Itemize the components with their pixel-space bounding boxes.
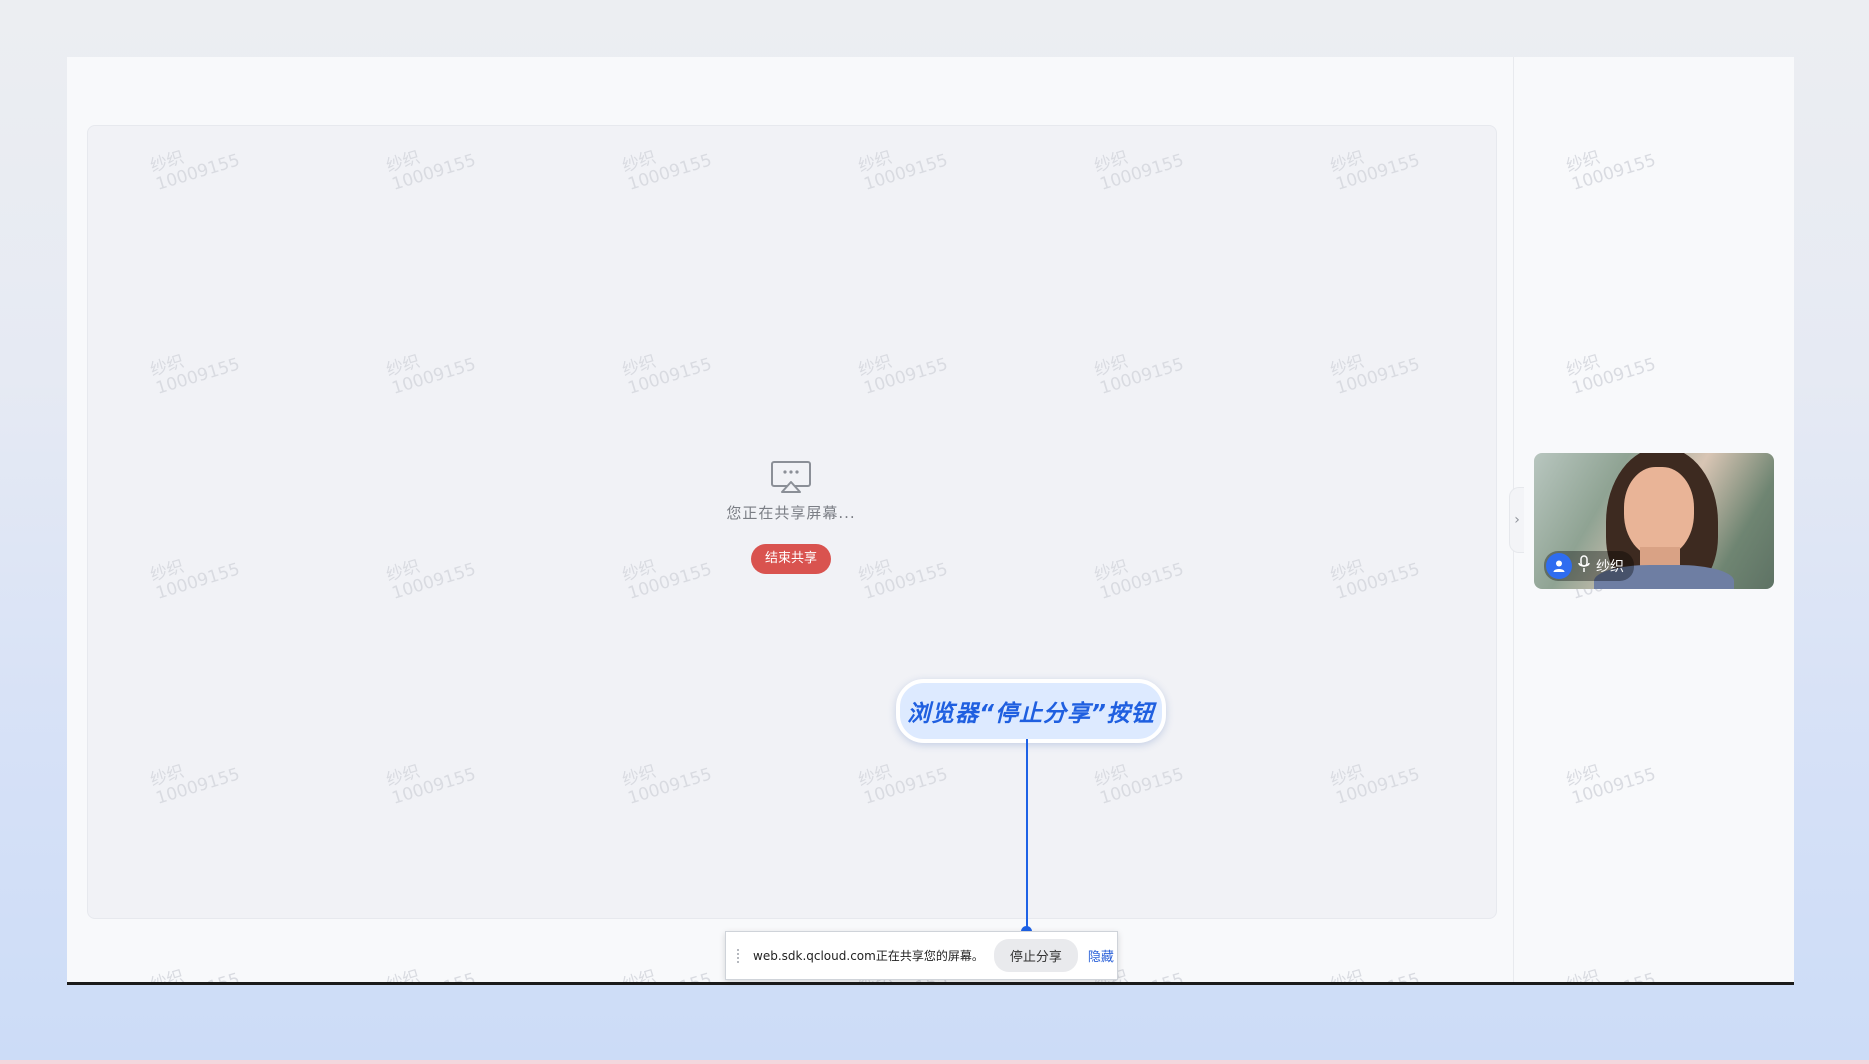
- grip-icon[interactable]: [737, 948, 745, 963]
- browser-share-bar: web.sdk.qcloud.com正在共享您的屏幕。 停止分享 隐藏: [725, 931, 1118, 980]
- watermark-text: 纱织10009155: [148, 952, 242, 984]
- browser-share-message: web.sdk.qcloud.com正在共享您的屏幕。: [753, 949, 984, 963]
- hide-link[interactable]: 隐藏: [1088, 946, 1114, 965]
- stop-sharing-button[interactable]: 停止分享: [993, 939, 1078, 972]
- chevron-right-icon: ›: [1514, 512, 1520, 528]
- participant-name: 纱织: [1596, 559, 1624, 575]
- watermark-text: 纱织10009155: [1328, 952, 1422, 984]
- participant-video-tile[interactable]: 纱织: [1534, 453, 1774, 589]
- watermark-text: 纱织10009155: [1564, 133, 1658, 195]
- participant-label: 纱织: [1544, 551, 1634, 581]
- microphone-icon: [1578, 555, 1590, 577]
- watermark-text: 纱织10009155: [1564, 952, 1658, 984]
- watermark-text: 纱织10009155: [1564, 337, 1658, 399]
- video-figure-face: [1624, 467, 1694, 557]
- annotation-connector-line: [1026, 739, 1028, 930]
- watermark-text: 纱织10009155: [620, 952, 714, 984]
- user-icon: [1546, 553, 1572, 579]
- screen-share-icon: [770, 460, 812, 498]
- share-status-text: 您正在共享屏幕...: [726, 504, 856, 522]
- watermark-text: 纱织10009155: [384, 952, 478, 984]
- watermark-text: 纱织10009155: [1564, 747, 1658, 809]
- window-bottom-edge: [67, 982, 1794, 985]
- annotation-callout: 浏览器“停止分享”按钮: [896, 679, 1166, 743]
- share-status-block: 您正在共享屏幕... 结束共享: [67, 460, 1515, 574]
- end-share-button[interactable]: 结束共享: [750, 544, 831, 574]
- meeting-window: 纱织 10009155 纱织 10009155 纱织 10009155 纱织 10009155…: [67, 57, 1794, 984]
- bottom-edge: [0, 1060, 1869, 1064]
- collapse-sidebar-toggle[interactable]: ›: [1509, 487, 1524, 553]
